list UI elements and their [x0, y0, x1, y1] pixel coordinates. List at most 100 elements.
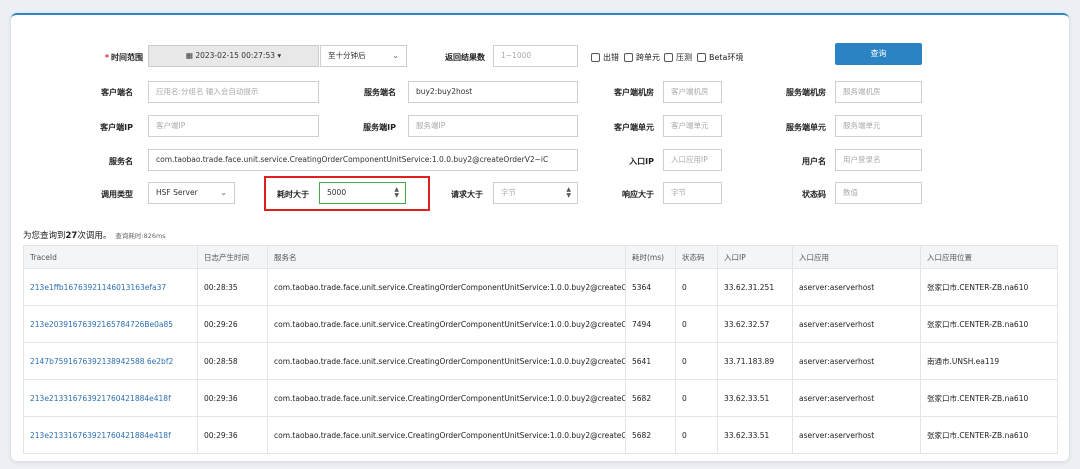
cost-label: 耗时大于 [277, 190, 309, 199]
call-type-label: 调用类型 [101, 190, 133, 199]
table-row: 213e213316763921760421884e418f 00:29:36 … [23, 379, 1058, 417]
service-cell: com.taobao.trade.face.unit.service.Creat… [267, 305, 626, 343]
calendar-icon: ▦ [185, 51, 193, 60]
checkbox-box [664, 53, 673, 62]
server-ip-input[interactable]: 服务端IP [408, 115, 578, 137]
cost-cell: 7494 [625, 305, 676, 343]
checkbox-error[interactable]: 出错 [591, 52, 619, 63]
entry-location-cell: 张家口市.CENTER-ZB.na610 [920, 379, 1058, 417]
trace-id-link[interactable]: 213e213316763921760421884e418f [23, 416, 198, 454]
entry-location-cell: 张家口市.CENTER-ZB.na610 [920, 268, 1058, 306]
entry-ip-cell: 33.62.31.251 [717, 268, 793, 306]
service-cell: com.taobao.trade.face.unit.service.Creat… [267, 268, 626, 306]
trace-id-link[interactable]: 2147b7591676392138942588 6e2bf2 [23, 342, 198, 380]
log-time-cell: 00:28:58 [197, 342, 268, 380]
service-cell: com.taobao.trade.face.unit.service.Creat… [267, 342, 626, 380]
client-ip-input[interactable]: 客户端IP [148, 115, 319, 137]
time-offset-select[interactable]: 至十分钟后 ⌄ [320, 45, 407, 67]
log-time-cell: 00:29:36 [197, 416, 268, 454]
col-traceid[interactable]: TraceId [23, 245, 198, 269]
client-unit-input[interactable]: 客户端单元 [663, 115, 722, 137]
response-label: 响应大于 [622, 190, 654, 199]
client-unit-label: 客户端单元 [614, 123, 654, 132]
service-label: 服务名 [109, 157, 133, 166]
username-label: 用户名 [802, 157, 826, 166]
caret-down-icon: ▾ [277, 51, 282, 60]
result-count: 27 [65, 231, 78, 241]
checkbox-beta-label: Beta环境 [709, 53, 744, 62]
cost-cell: 5682 [625, 379, 676, 417]
result-count-input[interactable]: 1~1000 [493, 45, 578, 67]
chevron-down-icon: ⌄ [220, 188, 227, 197]
checkbox-beta[interactable]: Beta环境 [697, 52, 743, 63]
server-unit-label: 服务端单元 [786, 123, 826, 132]
client-app-label: 客户端名 [101, 88, 133, 97]
server-app-input[interactable]: buy2:buy2host [408, 81, 578, 103]
checkbox-stress-test[interactable]: 压测 [664, 52, 692, 63]
request-placeholder: 字节 [501, 188, 516, 197]
entry-app-cell: aserver:aserverhost [792, 379, 921, 417]
checkbox-error-label: 出错 [603, 53, 619, 62]
entry-ip-cell: 33.62.33.51 [717, 379, 793, 417]
col-entry-location[interactable]: 入口应用位置 [920, 245, 1058, 269]
server-room-label: 服务端机房 [786, 88, 826, 97]
checkbox-stress-test-label: 压测 [676, 53, 692, 62]
log-time-cell: 00:29:26 [197, 305, 268, 343]
cost-input[interactable]: 5000 ▲ ▼ [319, 182, 406, 204]
entry-app-cell: aserver:aserverhost [792, 268, 921, 306]
trace-id-link[interactable]: 213e20391676392165784726Be0a85 [23, 305, 198, 343]
entry-location-cell: 张家口市.CENTER-ZB.na610 [920, 305, 1058, 343]
entry-app-cell: aserver:aserverhost [792, 416, 921, 454]
username-input[interactable]: 用户登录名 [835, 149, 922, 171]
date-value: 2023-02-15 00:27:53 [195, 51, 275, 60]
col-log-time[interactable]: 日志产生时间 [197, 245, 268, 269]
search-panel: * 时间范围 ▦ 2023-02-15 00:27:53 ▾ 至十分钟后 ⌄ 返回… [11, 13, 1069, 461]
log-time-cell: 00:28:35 [197, 268, 268, 306]
entry-ip-cell: 33.62.33.51 [717, 416, 793, 454]
spinner-icon[interactable]: ▲ ▼ [566, 187, 571, 199]
server-room-input[interactable]: 服务端机房 [835, 81, 922, 103]
required-marker: * [104, 53, 109, 62]
col-cost[interactable]: 耗时(ms) [625, 245, 676, 269]
entry-app-cell: aserver:aserverhost [792, 305, 921, 343]
client-app-input[interactable]: 应用名:分组名 输入会自动提示 [148, 81, 319, 103]
cost-cell: 5641 [625, 342, 676, 380]
server-ip-label: 服务端IP [363, 123, 396, 132]
col-status[interactable]: 状态码 [675, 245, 718, 269]
col-entry-ip[interactable]: 入口IP [717, 245, 793, 269]
time-offset-value: 至十分钟后 [328, 51, 366, 60]
table-row: 213e20391676392165784726Be0a85 00:29:26 … [23, 305, 1058, 343]
server-unit-input[interactable]: 服务端单元 [835, 115, 922, 137]
table-header-row: TraceId 日志产生时间 服务名 耗时(ms) 状态码 入口IP 入口应用 … [23, 245, 1058, 269]
trace-id-link[interactable]: 213e1ffb16763921146013163efa37 [23, 268, 198, 306]
summary-prefix: 为您查询到 [23, 231, 66, 241]
query-button[interactable]: 查询 [835, 43, 922, 65]
result-count-label: 返回结果数 [445, 53, 485, 62]
result-summary: 为您查询到27次调用。 查询耗时:826ms [23, 229, 166, 241]
status-cell: 0 [675, 416, 718, 454]
response-input[interactable]: 字节 [663, 182, 722, 204]
time-range-label-text: 时间范围 [111, 53, 143, 62]
service-input[interactable]: com.taobao.trade.face.unit.service.Creat… [148, 149, 578, 171]
trace-id-link[interactable]: 213e213316763921760421884e418f [23, 379, 198, 417]
checkbox-cross-unit[interactable]: 跨单元 [624, 52, 660, 63]
table-row: 2147b7591676392138942588 6e2bf2 00:28:58… [23, 342, 1058, 380]
col-entry-app[interactable]: 入口应用 [792, 245, 921, 269]
entry-location-cell: 南通市.UNSH.ea119 [920, 342, 1058, 380]
request-input[interactable]: 字节 ▲ ▼ [493, 182, 578, 204]
checkbox-cross-unit-label: 跨单元 [636, 53, 660, 62]
trace-table: TraceId 日志产生时间 服务名 耗时(ms) 状态码 入口IP 入口应用 … [23, 245, 1058, 454]
table-row: 213e213316763921760421884e418f 00:29:36 … [23, 416, 1058, 454]
col-service[interactable]: 服务名 [267, 245, 626, 269]
client-ip-label: 客户端IP [100, 123, 133, 132]
spinner-icon[interactable]: ▲ ▼ [394, 187, 399, 199]
request-label: 请求大于 [451, 190, 483, 199]
call-type-select[interactable]: HSF Server ⌄ [148, 182, 235, 204]
client-room-input[interactable]: 客户端机房 [663, 81, 722, 103]
log-time-cell: 00:29:36 [197, 379, 268, 417]
date-picker[interactable]: ▦ 2023-02-15 00:27:53 ▾ [148, 45, 319, 67]
entry-ip-input[interactable]: 入口应用IP [663, 149, 722, 171]
status-input[interactable]: 数值 [835, 182, 922, 204]
cost-cell: 5682 [625, 416, 676, 454]
summary-suffix: 次调用。 [77, 231, 112, 241]
